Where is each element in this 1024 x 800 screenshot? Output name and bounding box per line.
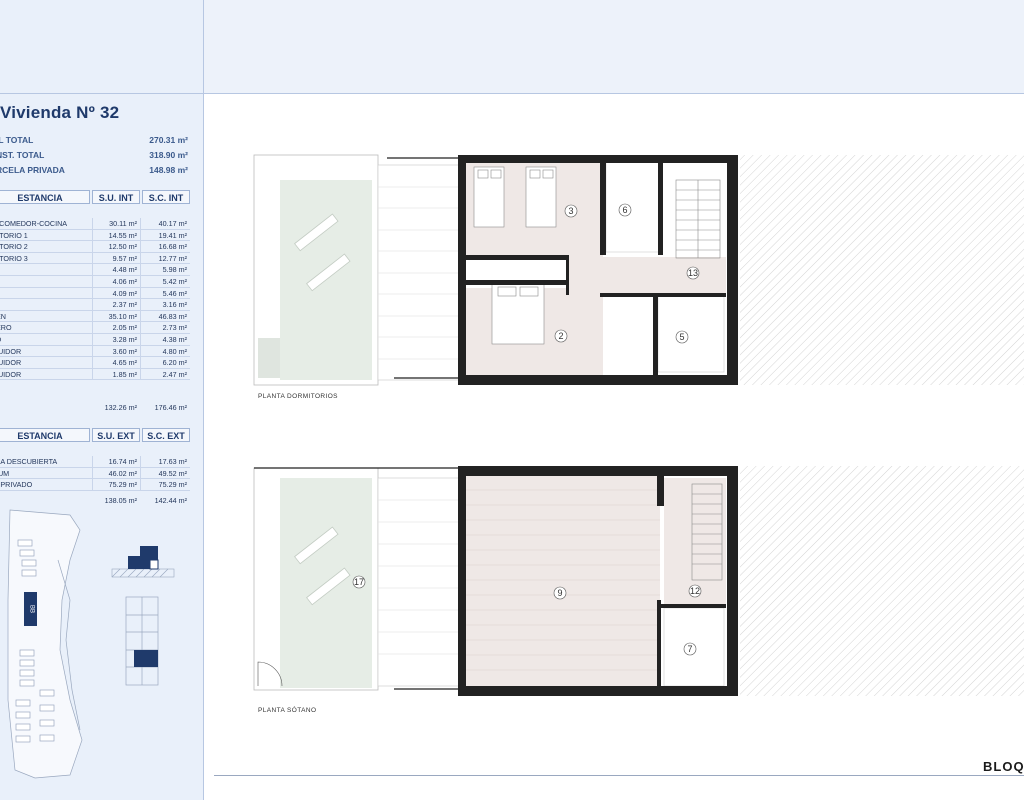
upper-bath-5 [657, 295, 725, 373]
room-number-label: 13 [688, 268, 698, 278]
room-number-label: 17 [354, 577, 364, 587]
room-number-label: 5 [679, 332, 684, 342]
room-number-label: 2 [558, 331, 563, 341]
lower-neighbour-hatch [740, 466, 1024, 696]
upper-neighbour-hatch [740, 155, 1024, 385]
lower-storage-9 [466, 476, 660, 686]
room-number-label: 12 [690, 586, 700, 596]
lower-plan-caption: PLANTA SÓTANO [258, 707, 317, 714]
footer-rule [214, 775, 1024, 776]
upper-stairs [675, 179, 721, 259]
upper-corridor [566, 257, 726, 293]
room-number-label: 3 [568, 206, 573, 216]
room-number-label: 7 [687, 644, 692, 654]
room-number-label: 6 [622, 205, 627, 215]
room-number-label: 9 [557, 588, 562, 598]
upper-bath-6 [605, 161, 663, 253]
block-label: BLOQ [983, 759, 1024, 774]
lower-plan: 9 12 17 7 [253, 466, 1024, 696]
upper-deck [377, 164, 461, 381]
lower-deck [377, 477, 461, 687]
upper-plan: 3 6 13 2 5 [253, 154, 1024, 386]
floor-plans: 3 6 13 2 5 9 12 17 7 [253, 154, 1024, 696]
upper-plan-caption: PLANTA DORMITORIOS [258, 393, 338, 400]
